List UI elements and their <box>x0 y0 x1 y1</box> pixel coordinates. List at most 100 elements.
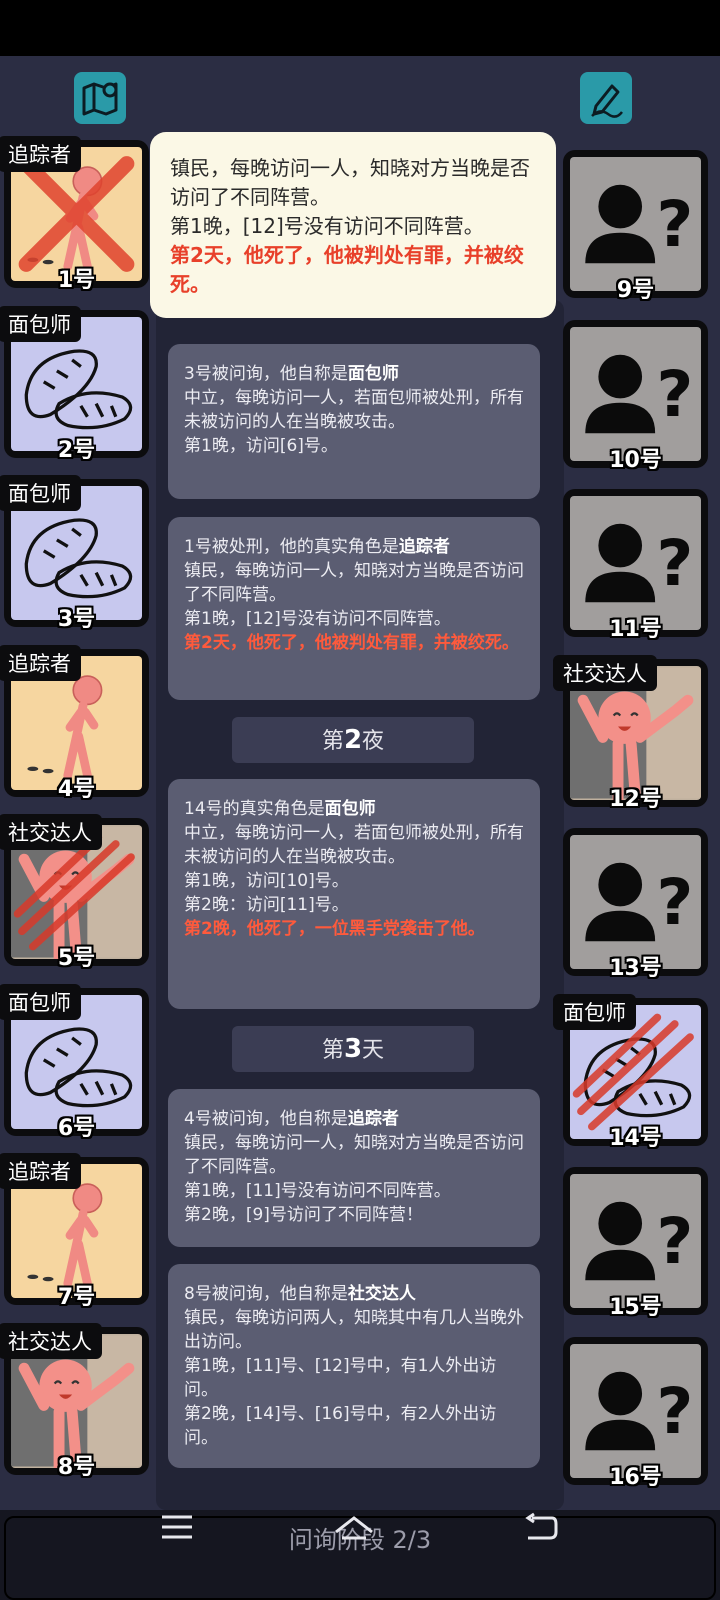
svg-text:?: ? <box>656 526 693 600</box>
tooltip-death-text: 第2天，他死了，他被判处有罪，并被绞死。 <box>170 243 524 296</box>
player-card[interactable]: 4号 追踪者 <box>0 644 149 802</box>
role-label: 面包师 <box>553 993 636 1030</box>
player-card[interactable]: 2号 面包师 <box>0 305 149 463</box>
role-name: 追踪者 <box>347 1109 399 1129</box>
svg-text:?: ? <box>656 865 693 939</box>
player-card[interactable]: 6号 面包师 <box>0 983 149 1141</box>
player-card[interactable]: 12号 社交达人 <box>553 654 708 812</box>
role-label: 面包师 <box>0 475 81 511</box>
message-text: 第1晚，[11]号没有访问不同阵营。 <box>184 1181 451 1201</box>
player-number: 16号 <box>609 1464 662 1490</box>
death-text: 第2天，他死了，他被判处有罪，并被绞死。 <box>184 633 519 653</box>
log-message: 8号被问询，他自称是社交达人 镇民，每晚访问两人，知晓其中有几人当晚外出访问。 … <box>168 1264 540 1468</box>
divider-text: 第 <box>321 1038 344 1063</box>
player-card[interactable]: ? 11号 <box>563 489 708 642</box>
menu-icon[interactable] <box>160 1512 194 1546</box>
role-label: 追踪者 <box>0 1153 81 1189</box>
role-label: 社交达人 <box>553 654 657 691</box>
role-label: 社交达人 <box>0 814 102 850</box>
tooltip-text: 镇民，每晚访问一人，知晓对方当晚是否访问了不同阵营。 <box>170 156 530 209</box>
player-number: 2号 <box>57 437 96 463</box>
home-icon[interactable] <box>332 1512 376 1546</box>
player-card[interactable]: ? 9号 <box>563 150 708 303</box>
message-text: 镇民，每晚访问两人，知晓其中有几人当晚外出访问。 <box>184 1308 524 1352</box>
log-message: 1号被处刑，他的真实角色是追踪者 镇民，每晚访问一人，知晓对方当晚是否访问了不同… <box>168 517 540 700</box>
map-button[interactable] <box>74 72 126 124</box>
player-portrait: ? <box>570 1174 701 1308</box>
player-card[interactable]: 5号 社交达人 <box>0 814 149 971</box>
player-number: 11号 <box>609 617 662 642</box>
divider-text: 夜 <box>362 729 385 754</box>
player-card[interactable]: ? 10号 <box>563 319 708 473</box>
edit-note-icon <box>591 84 623 118</box>
role-name: 追踪者 <box>398 537 450 557</box>
player-card[interactable]: 8号 社交达人 <box>0 1322 149 1480</box>
divider-number: 2 <box>343 725 363 755</box>
player-number: 5号 <box>57 946 96 971</box>
divider-text: 第 <box>321 729 344 754</box>
message-text: 第2晚：访问[11]号。 <box>184 895 349 915</box>
status-bar <box>0 0 720 56</box>
player-number: 3号 <box>57 607 96 632</box>
player-number: 10号 <box>609 447 662 473</box>
svg-text:?: ? <box>656 187 693 261</box>
message-text: 第2晚，[14]号、[16]号中，有2人外出访问。 <box>184 1404 497 1448</box>
role-name: 面包师 <box>347 364 399 384</box>
player-card[interactable]: ? 13号 <box>563 828 708 981</box>
player-card[interactable]: ? 15号 <box>563 1167 708 1320</box>
message-text: 第2晚，[9]号访问了不同阵营！ <box>184 1205 423 1225</box>
player-card[interactable]: ? 16号 <box>563 1336 708 1490</box>
log-message: 3号被问询，他自称是面包师 中立，每晚访问一人，若面包师被处刑，所有未被访问的人… <box>168 344 540 499</box>
map-pin-icon <box>82 82 118 116</box>
log-message: 14号的真实角色是面包师 中立，每晚访问一人，若面包师被处刑，所有未被访问的人在… <box>168 779 540 1009</box>
player-portrait: ? <box>570 1343 701 1478</box>
death-text: 第2晚，他死了，一位黑手党袭击了他。 <box>184 919 485 939</box>
message-text: 1号被处刑，他的真实角色是 <box>184 537 399 557</box>
role-tooltip: 镇民，每晚访问一人，知晓对方当晚是否访问了不同阵营。 第1晚，[12]号没有访问… <box>150 132 556 318</box>
player-portrait: ? <box>570 835 701 969</box>
svg-text:?: ? <box>656 356 693 430</box>
back-icon[interactable] <box>522 1512 558 1546</box>
player-card[interactable]: 7号 追踪者 <box>0 1153 149 1310</box>
message-text: 14号的真实角色是 <box>184 799 325 819</box>
divider-number: 3 <box>343 1034 363 1064</box>
player-portrait: ? <box>570 326 701 461</box>
player-portrait: ? <box>570 157 701 291</box>
svg-text:?: ? <box>656 1204 693 1278</box>
message-text: 第1晚，[11]号、[12]号中，有1人外出访问。 <box>184 1356 497 1400</box>
notes-button[interactable] <box>580 72 632 124</box>
player-number: 6号 <box>57 1115 96 1141</box>
message-text: 第1晚，访问[10]号。 <box>184 871 349 891</box>
role-label: 社交达人 <box>0 1322 102 1359</box>
role-name: 社交达人 <box>347 1284 416 1304</box>
player-number: 7号 <box>57 1285 96 1310</box>
role-label: 面包师 <box>0 305 81 342</box>
message-text: 第1晚，访问[6]号。 <box>184 436 338 456</box>
message-text: 8号被问询，他自称是 <box>184 1284 348 1304</box>
svg-text:?: ? <box>656 1373 693 1447</box>
player-number: 1号 <box>57 268 96 293</box>
message-text: 4号被问询，他自称是 <box>184 1109 348 1129</box>
player-card[interactable]: 3号 面包师 <box>0 475 149 632</box>
player-number: 9号 <box>616 278 655 303</box>
player-number: 14号 <box>609 1125 662 1151</box>
message-text: 中立，每晚访问一人，若面包师被处刑，所有未被访问的人在当晚被攻击。 <box>184 823 524 867</box>
log-message: 4号被问询，他自称是追踪者 镇民，每晚访问一人，知晓对方当晚是否访问了不同阵营。… <box>168 1089 540 1247</box>
phase-divider: 第2夜 <box>232 717 474 763</box>
divider-text: 天 <box>362 1038 385 1063</box>
tooltip-text: 第1晚，[12]号没有访问不同阵营。 <box>170 214 484 238</box>
player-portrait: ? <box>570 496 701 630</box>
message-text: 第1晚，[12]号没有访问不同阵营。 <box>184 609 451 629</box>
message-text: 中立，每晚访问一人，若面包师被处刑，所有未被访问的人在当晚被攻击。 <box>184 388 524 432</box>
role-label: 面包师 <box>0 983 81 1020</box>
message-text: 3号被问询，他自称是 <box>184 364 348 384</box>
player-card[interactable]: 14号 面包师 <box>553 993 708 1151</box>
role-label: 追踪者 <box>0 644 81 681</box>
player-number: 12号 <box>609 786 662 812</box>
role-name: 面包师 <box>324 799 376 819</box>
player-number: 15号 <box>609 1295 662 1320</box>
message-text: 镇民，每晚访问一人，知晓对方当晚是否访问了不同阵营。 <box>184 1133 524 1177</box>
player-number: 13号 <box>609 956 662 981</box>
player-card[interactable]: 1号 追踪者 <box>0 136 149 293</box>
player-number: 4号 <box>57 776 96 802</box>
